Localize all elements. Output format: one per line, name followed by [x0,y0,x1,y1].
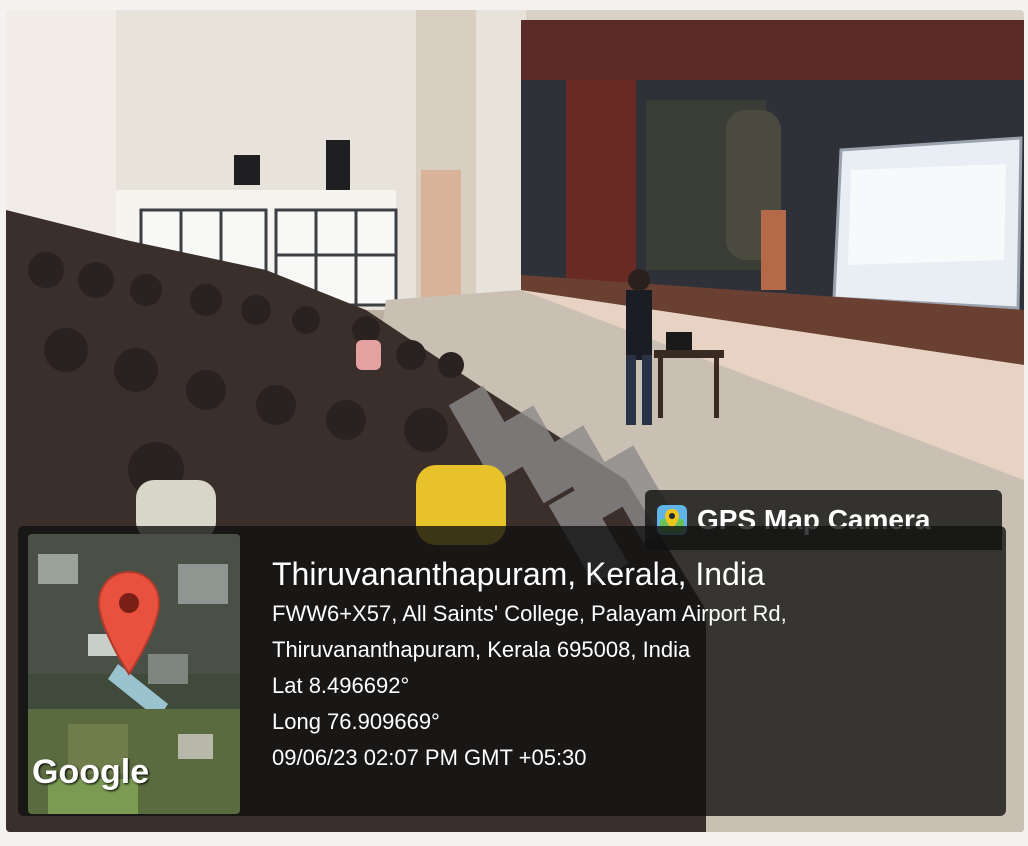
geotag-overlay: Google Thiruvananthapuram, Kerala, India… [18,526,1006,816]
latitude: Lat 8.496692° [272,673,410,698]
location-city: Thiruvananthapuram, Kerala, India [272,556,765,592]
google-logo: Google [32,753,150,791]
location-info: Thiruvananthapuram, Kerala, India FWW6+X… [272,552,986,776]
address-line-1: FWW6+X57, All Saints' College, Palayam A… [272,601,787,626]
address-line-2: Thiruvananthapuram, Kerala 695008, India [272,637,691,662]
datetime-stamp: 09/06/23 02:07 PM GMT +05:30 [272,745,587,770]
satellite-map-thumbnail: Google [28,534,240,814]
longitude: Long 76.909669° [272,709,440,734]
location-marker-icon [97,570,161,676]
